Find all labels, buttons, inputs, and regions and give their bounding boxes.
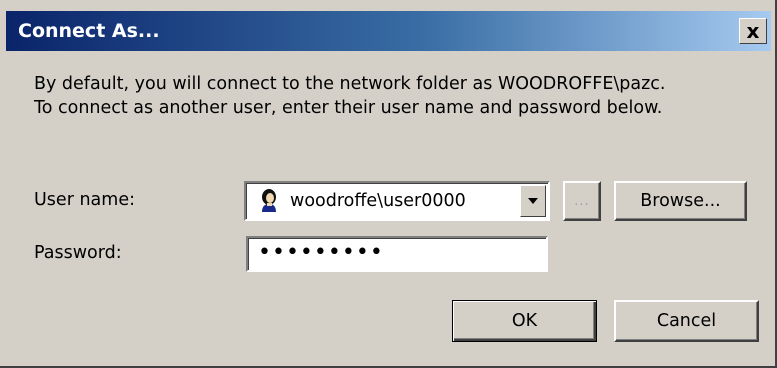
password-label: Password:	[34, 243, 122, 263]
ellipsis-button[interactable]: ...	[563, 181, 601, 221]
password-value: •••••••••	[258, 240, 384, 265]
ok-button[interactable]: OK	[452, 300, 597, 342]
title-bar[interactable]: Connect As... x	[6, 11, 771, 51]
browse-button[interactable]: Browse...	[614, 181, 747, 221]
user-name-dropdown-button[interactable]	[520, 185, 546, 217]
chevron-down-icon	[528, 198, 538, 204]
description-text: By default, you will connect to the netw…	[34, 74, 666, 118]
password-field[interactable]: •••••••••	[246, 236, 548, 272]
user-name-label: User name:	[34, 190, 135, 210]
cancel-button[interactable]: Cancel	[614, 300, 759, 342]
user-icon	[256, 188, 282, 214]
user-name-combobox[interactable]: woodroffe\user0000	[244, 181, 550, 221]
user-name-value: woodroffe\user0000	[290, 191, 466, 211]
close-icon: x	[746, 19, 760, 43]
dialog-title: Connect As...	[18, 20, 160, 42]
connect-as-dialog: Connect As... x By default, you will con…	[0, 0, 777, 368]
close-button[interactable]: x	[739, 18, 767, 44]
